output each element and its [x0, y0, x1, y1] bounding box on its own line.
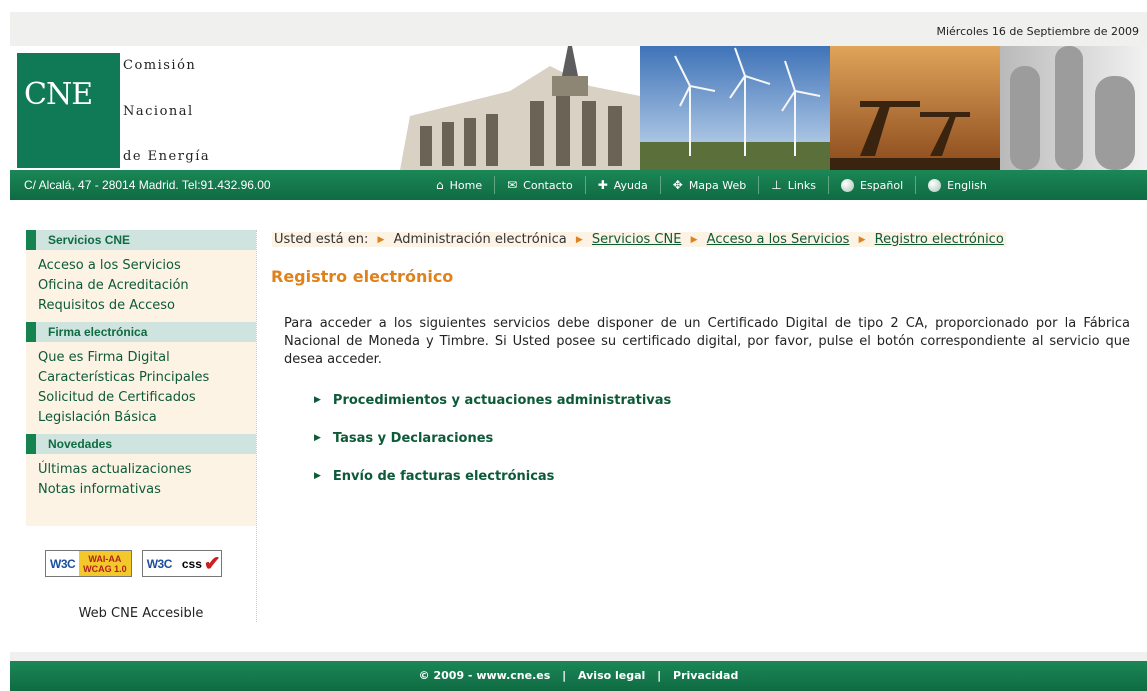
service-link-label: Tasas y Declaraciones [332, 430, 494, 446]
accessibility-badges: W3C WAI-AA WCAG 1.0 W3C css ✔ [45, 550, 222, 577]
service-links: ▶ Procedimientos y actuaciones administr… [314, 392, 671, 506]
sidebar-item-notas[interactable]: Notas informativas [38, 480, 256, 500]
sidebar-item-que-es-firma[interactable]: Que es Firma Digital [38, 348, 256, 368]
sidebar-divider [256, 230, 257, 622]
nav-home-label: Home [449, 178, 483, 192]
sidebar-item-requisitos[interactable]: Requisitos de Acceso [38, 296, 256, 316]
top-strip: Miércoles 16 de Septiembre de 2009 [10, 12, 1147, 46]
checkmark-icon: ✔ [203, 553, 221, 575]
service-link-tasas[interactable]: ▶ Tasas y Declaraciones [314, 430, 671, 446]
sidebar-item-ultimas[interactable]: Últimas actualizaciones [38, 460, 256, 480]
nav-contacto[interactable]: ✉ Contacto [495, 176, 586, 194]
footer-privacidad-link[interactable]: Privacidad [673, 669, 738, 682]
footer-aviso-legal-link[interactable]: Aviso legal [578, 669, 645, 682]
nav-mapa-web-label: Mapa Web [688, 178, 747, 192]
breadcrumb-item-acceso[interactable]: Acceso a los Servicios [707, 232, 850, 247]
globe-icon [840, 178, 854, 192]
nav-links-label: Links [787, 178, 816, 192]
sidebar-item-oficina[interactable]: Oficina de Acreditación [38, 276, 256, 296]
nav-links[interactable]: ⊥ Links [759, 176, 829, 194]
breadcrumb-arrow-icon: ▶ [377, 235, 385, 245]
breadcrumb-arrow-icon: ▶ [858, 235, 866, 245]
sitemap-icon: ✥ [672, 178, 683, 192]
sidebar-heading-firma: Firma electrónica [26, 322, 256, 342]
wai-label: WAI-AA WCAG 1.0 [79, 551, 131, 576]
language-english-label: English [947, 178, 987, 192]
home-icon: ⌂ [436, 178, 444, 192]
arrow-right-icon: ▶ [314, 433, 321, 443]
current-date: Miércoles 16 de Septiembre de 2009 [936, 25, 1139, 38]
links-icon: ⊥ [771, 178, 782, 192]
breadcrumb-item-registro[interactable]: Registro electrónico [875, 232, 1004, 247]
accessible-site-label: Web CNE Accesible [78, 606, 204, 621]
language-english[interactable]: English [916, 176, 999, 194]
nav-mapa-web[interactable]: ✥ Mapa Web [661, 176, 760, 194]
nav-ayuda-label: Ayuda [613, 178, 648, 192]
envelope-icon: ✉ [507, 178, 518, 192]
header-banner-image [390, 46, 1147, 170]
language-espanol-label: Español [859, 178, 904, 192]
logo-text: CNE [24, 77, 93, 112]
sidebar-item-legislacion[interactable]: Legislación Básica [38, 408, 256, 428]
sidebar-item-caracteristicas[interactable]: Características Principales [38, 368, 256, 388]
sidebar-item-acceso[interactable]: Acceso a los Servicios [38, 256, 256, 276]
contact-address: C/ Alcalá, 47 - 28014 Madrid. Tel:91.432… [24, 178, 271, 192]
nav-ayuda[interactable]: ✚ Ayuda [586, 176, 661, 194]
service-link-label: Envío de facturas electrónicas [332, 468, 555, 484]
wcag-text: WCAG 1.0 [83, 564, 127, 574]
breadcrumb-arrow-icon: ▶ [690, 235, 698, 245]
site-footer: © 2009 - www.cne.es | Aviso legal | Priv… [10, 661, 1147, 691]
nav-bar: C/ Alcalá, 47 - 28014 Madrid. Tel:91.432… [10, 170, 1147, 200]
org-name-line3: de Energía [123, 149, 211, 164]
footer-separator: | [657, 669, 662, 682]
page-title: Registro electrónico [271, 267, 454, 286]
sidebar-list-servicios: Acceso a los Servicios Oficina de Acredi… [26, 250, 256, 322]
footer-band [10, 652, 1147, 661]
breadcrumb-item-servicios[interactable]: Servicios CNE [592, 232, 682, 247]
sidebar-heading-novedades: Novedades [26, 434, 256, 454]
language-espanol[interactable]: Español [829, 176, 917, 194]
arrow-right-icon: ▶ [314, 471, 321, 481]
wai-aa-badge[interactable]: W3C WAI-AA WCAG 1.0 [45, 550, 132, 577]
breadcrumb-prefix: Usted está en: [274, 232, 369, 247]
service-link-facturas[interactable]: ▶ Envío de facturas electrónicas [314, 468, 671, 484]
energy-collage-illustration [390, 46, 1147, 170]
cne-logo[interactable]: CNE [17, 53, 120, 168]
arrow-right-icon: ▶ [314, 395, 321, 405]
breadcrumb-item-admin: Administración electrónica [393, 232, 567, 247]
nav-menu: ⌂ Home ✉ Contacto ✚ Ayuda ✥ Mapa Web ⊥ L… [424, 170, 999, 200]
w3c-logo-text: W3C [142, 551, 176, 576]
nav-home[interactable]: ⌂ Home [424, 176, 496, 194]
wai-aa-text: WAI-AA [88, 554, 122, 564]
globe-icon [928, 178, 942, 192]
nav-contacto-label: Contacto [523, 178, 573, 192]
org-name-line2: Nacional [123, 104, 194, 119]
org-name-line1: Comisión [123, 58, 197, 73]
w3c-css-badge[interactable]: W3C css ✔ [141, 550, 222, 577]
site-header: CNE Comisión Nacional de Energía [10, 46, 1147, 170]
w3c-logo-text: W3C [46, 551, 80, 576]
intro-paragraph: Para acceder a los siguientes servicios … [284, 316, 1130, 367]
sidebar-heading-servicios: Servicios CNE [26, 230, 256, 250]
footer-separator: | [562, 669, 567, 682]
plus-icon: ✚ [597, 178, 608, 192]
service-link-procedimientos[interactable]: ▶ Procedimientos y actuaciones administr… [314, 392, 671, 408]
breadcrumb: Usted está en: ▶ Administración electrón… [272, 232, 1006, 247]
footer-copyright: © 2009 - www.cne.es [418, 669, 551, 682]
sidebar-list-firma: Que es Firma Digital Características Pri… [26, 342, 256, 434]
service-link-label: Procedimientos y actuaciones administrat… [332, 392, 672, 408]
sidebar-item-solicitud[interactable]: Solicitud de Certificados [38, 388, 256, 408]
breadcrumb-arrow-icon: ▶ [575, 235, 583, 245]
sidebar-list-novedades: Últimas actualizaciones Notas informativ… [26, 454, 256, 506]
sidebar: Servicios CNE Acceso a los Servicios Ofi… [26, 230, 256, 526]
